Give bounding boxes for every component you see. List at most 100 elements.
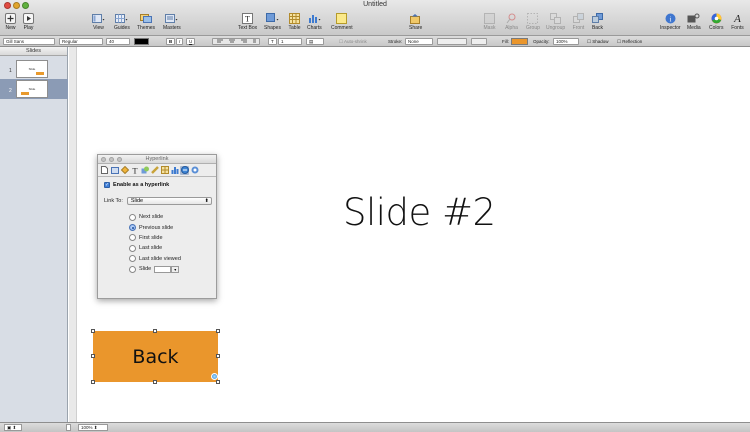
play-button[interactable]: Play: [22, 12, 35, 31]
enable-hyperlink-checkbox[interactable]: ✓ Enable as a hyperlink: [104, 182, 169, 188]
font-style-select[interactable]: Regular: [59, 38, 103, 45]
back-shape[interactable]: Back: [93, 331, 218, 382]
resize-handle[interactable]: [216, 354, 220, 358]
radio-button[interactable]: [129, 213, 136, 221]
text-box-icon: T: [241, 12, 254, 24]
line-spacing-select[interactable]: 1: [278, 38, 302, 45]
comment-button[interactable]: Comment: [331, 12, 353, 31]
font-family-select[interactable]: Gill Sans: [3, 38, 55, 45]
back-button[interactable]: Back: [591, 12, 604, 31]
shadow-checkbox[interactable]: ☐ Shadow: [587, 38, 609, 45]
back-shape-label: Back: [132, 345, 179, 368]
option-last-slide[interactable]: Last slide: [129, 243, 181, 253]
themes-button[interactable]: Themes: [137, 12, 155, 31]
checkmark-icon: ✓: [104, 182, 110, 188]
alpha-button[interactable]: Alpha: [505, 12, 518, 31]
reflection-checkbox[interactable]: ☐ Reflection: [617, 38, 642, 45]
slide-number-stepper[interactable]: ▾: [171, 265, 180, 273]
slide-thumbnail-1[interactable]: 1 Slide: [0, 59, 68, 79]
radio-button[interactable]: [129, 234, 136, 242]
ungroup-button[interactable]: Ungroup: [546, 12, 565, 31]
resize-handle[interactable]: [153, 329, 157, 333]
colors-button[interactable]: Colors: [709, 12, 723, 31]
masters-icon: [165, 12, 178, 24]
thumbnail-button-shape: [21, 92, 29, 95]
splitter-handle[interactable]: [66, 424, 71, 431]
table-button[interactable]: Table: [288, 12, 301, 31]
slide-thumbnail-2[interactable]: 2 Slide: [0, 79, 68, 99]
radio-button[interactable]: [129, 255, 136, 263]
share-button[interactable]: Share: [409, 12, 422, 31]
stroke-width-select[interactable]: [437, 38, 467, 45]
option-last-slide-viewed[interactable]: Last slide viewed: [129, 254, 181, 264]
option-previous-slide[interactable]: Previous slide: [129, 222, 181, 232]
transition-inspector-tab[interactable]: [120, 166, 129, 175]
fill-color-well[interactable]: [511, 38, 528, 45]
text-color-well[interactable]: [134, 38, 149, 45]
status-bar: ▣ ⬍ 100% ⬍: [0, 422, 750, 432]
ungroup-icon: [549, 12, 562, 24]
slide-number-field[interactable]: [154, 265, 172, 273]
text-inspector-tab[interactable]: T: [130, 166, 139, 175]
view-options-button[interactable]: ▣ ⬍: [4, 424, 22, 431]
resize-handle[interactable]: [216, 380, 220, 384]
navigator-splitter[interactable]: [69, 47, 77, 422]
option-first-slide[interactable]: First slide: [129, 233, 181, 243]
resize-handle[interactable]: [153, 380, 157, 384]
opacity-field[interactable]: 100%: [553, 38, 579, 45]
quicktime-inspector-tab[interactable]: [190, 166, 199, 175]
option-label: Previous slide: [139, 224, 174, 231]
inspector-title-bar[interactable]: Hyperlink: [98, 155, 216, 164]
guides-icon: [115, 12, 128, 24]
front-button[interactable]: Front: [572, 12, 585, 31]
charts-button[interactable]: Charts: [307, 12, 322, 31]
slide-inspector-tab[interactable]: [110, 166, 119, 175]
underline-button[interactable]: U: [186, 38, 196, 45]
document-inspector-tab[interactable]: [100, 166, 109, 175]
shapes-button[interactable]: Shapes: [264, 12, 281, 31]
radio-button[interactable]: [129, 244, 136, 252]
resize-handle[interactable]: [216, 329, 220, 333]
option-next-slide[interactable]: Next slide: [129, 212, 181, 222]
new-slide-button[interactable]: New: [4, 12, 17, 31]
chart-inspector-tab[interactable]: [170, 166, 179, 175]
metrics-inspector-tab[interactable]: [150, 166, 159, 175]
hyperlink-inspector-tab[interactable]: [180, 165, 189, 175]
font-size-field[interactable]: 40: [106, 38, 130, 45]
resize-handle[interactable]: [91, 354, 95, 358]
link-to-select[interactable]: Slide ⬍: [126, 197, 212, 205]
text-box-button[interactable]: T Text Box: [238, 12, 257, 31]
inspector-title: Hyperlink: [145, 156, 169, 162]
zoom-value: 100%: [81, 425, 93, 430]
radio-button[interactable]: [129, 224, 136, 232]
radio-button[interactable]: [129, 265, 136, 273]
hyperlink-inspector: Hyperlink T ✓ Enable as a hyperlink Link…: [97, 154, 217, 299]
masters-button[interactable]: Masters: [163, 12, 181, 31]
window-title: Untitled: [363, 1, 387, 8]
fonts-button[interactable]: A Fonts: [731, 12, 744, 31]
media-button[interactable]: Media: [687, 12, 701, 31]
columns-select[interactable]: ▤: [306, 38, 324, 45]
resize-handle[interactable]: [91, 329, 95, 333]
italic-button[interactable]: I: [176, 38, 184, 45]
guides-button[interactable]: Guides: [114, 12, 130, 31]
option-slide[interactable]: Slide ▾: [129, 264, 181, 274]
slide-thumbnail-image: Slide: [16, 60, 48, 78]
thumbnail-title: Slide: [28, 87, 36, 91]
stroke-color-well[interactable]: [471, 38, 487, 45]
alignment-buttons[interactable]: [212, 38, 260, 45]
table-inspector-tab[interactable]: [160, 166, 169, 175]
mask-button[interactable]: Mask: [483, 12, 496, 31]
slide-title-text[interactable]: Slide #2: [343, 191, 496, 234]
resize-handle[interactable]: [91, 380, 95, 384]
zoom-select[interactable]: 100% ⬍: [78, 424, 108, 431]
bold-button[interactable]: B: [166, 38, 176, 45]
stroke-select[interactable]: None: [405, 38, 433, 45]
auto-shrink-checkbox[interactable]: ☐ Auto-shrink: [339, 38, 367, 45]
text-size-icon[interactable]: T: [268, 38, 277, 45]
graphic-inspector-tab[interactable]: [140, 166, 149, 175]
inspector-button[interactable]: i Inspector: [660, 12, 681, 31]
group-button[interactable]: Group: [526, 12, 540, 31]
view-button[interactable]: View: [92, 12, 105, 31]
reflection-label: Reflection: [622, 39, 643, 44]
